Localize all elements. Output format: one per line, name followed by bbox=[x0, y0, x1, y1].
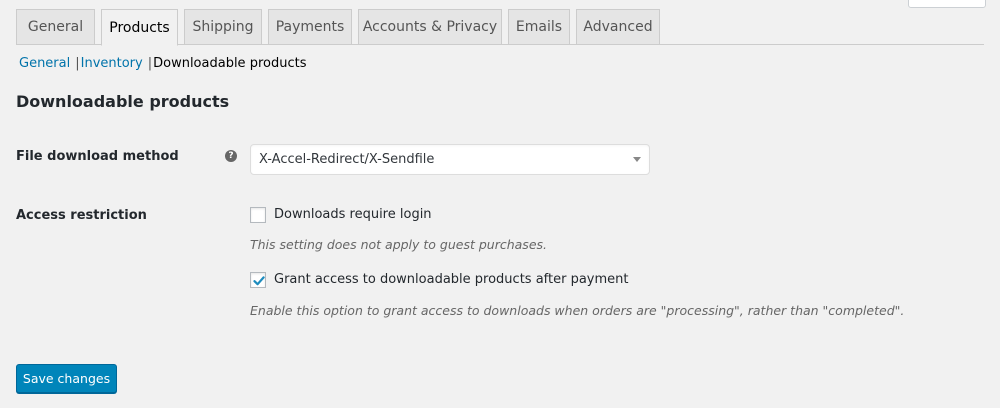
help-icon[interactable]: ? bbox=[225, 150, 237, 162]
tab-accounts-privacy[interactable]: Accounts & Privacy bbox=[358, 9, 502, 45]
grant-access-description: Enable this option to grant access to do… bbox=[250, 303, 905, 318]
download-method-value: X-Accel-Redirect/X-Sendfile bbox=[259, 152, 435, 167]
tab-shipping[interactable]: Shipping bbox=[184, 9, 262, 45]
subnav-separator: | bbox=[147, 56, 153, 71]
save-changes-button[interactable]: Save changes bbox=[16, 364, 117, 393]
tab-advanced[interactable]: Advanced bbox=[576, 9, 660, 45]
chevron-down-icon bbox=[633, 157, 641, 162]
access-restriction-label: Access restriction bbox=[16, 208, 147, 223]
subnav-current: Downloadable products bbox=[153, 56, 307, 71]
subnav-link-inventory[interactable]: Inventory bbox=[81, 56, 143, 71]
tab-general[interactable]: General bbox=[16, 9, 95, 45]
breadcrumb: General |Inventory |Downloadable products bbox=[19, 55, 306, 73]
require-login-checkbox[interactable] bbox=[250, 207, 266, 223]
help-tab[interactable] bbox=[908, 0, 986, 8]
download-method-select[interactable]: X-Accel-Redirect/X-Sendfile bbox=[250, 144, 650, 175]
subnav-separator: | bbox=[75, 56, 80, 71]
tab-products[interactable]: Products bbox=[101, 9, 178, 46]
section-title: Downloadable products bbox=[16, 92, 230, 111]
tab-emails[interactable]: Emails bbox=[508, 9, 570, 45]
require-login-description: This setting does not apply to guest pur… bbox=[250, 237, 547, 252]
checkmark-icon bbox=[253, 276, 265, 286]
settings-tabs: General Products Shipping Payments Accou… bbox=[16, 9, 984, 46]
tab-payments[interactable]: Payments bbox=[268, 9, 352, 45]
require-login-label[interactable]: Downloads require login bbox=[274, 207, 432, 222]
settings-page: General Products Shipping Payments Accou… bbox=[0, 0, 1000, 408]
download-method-label: File download method bbox=[16, 149, 179, 164]
subnav-link-general[interactable]: General bbox=[19, 56, 70, 71]
grant-access-label[interactable]: Grant access to downloadable products af… bbox=[274, 272, 629, 287]
grant-access-checkbox[interactable] bbox=[250, 272, 266, 288]
